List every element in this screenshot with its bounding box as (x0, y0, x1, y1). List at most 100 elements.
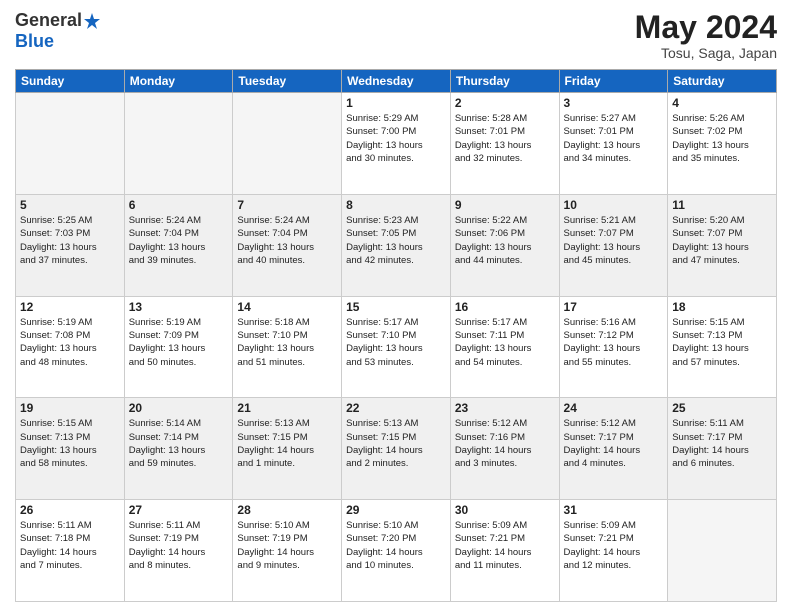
day-number: 13 (129, 300, 229, 314)
table-row: 13Sunrise: 5:19 AM Sunset: 7:09 PM Dayli… (124, 296, 233, 398)
day-info: Sunrise: 5:14 AM Sunset: 7:14 PM Dayligh… (129, 417, 229, 470)
day-info: Sunrise: 5:22 AM Sunset: 7:06 PM Dayligh… (455, 214, 555, 267)
table-row: 10Sunrise: 5:21 AM Sunset: 7:07 PM Dayli… (559, 194, 668, 296)
day-info: Sunrise: 5:24 AM Sunset: 7:04 PM Dayligh… (237, 214, 337, 267)
table-row: 21 Sunrise: 5:13 AM Sunset: 7:15 PM Dayli… (233, 398, 342, 500)
day-info: Sunrise: 5:17 AM Sunset: 7:10 PM Dayligh… (346, 316, 446, 369)
day-info: Sunrise: 5:15 AM Sunset: 7:13 PM Dayligh… (20, 417, 120, 470)
table-row: 24 Sunrise: 5:12 AM Sunset: 7:17 PM Dayli… (559, 398, 668, 500)
day-info: Sunrise: 5:10 AM Sunset: 7:20 PM Dayligh… (346, 519, 446, 572)
table-row: 26 Sunrise: 5:11 AM Sunset: 7:18 PM Dayli… (16, 500, 125, 602)
day-number: 1 (346, 96, 446, 110)
table-row: 3 Sunrise: 5:27 AM Sunset: 7:01 PM Daylig… (559, 93, 668, 195)
day-number: 5 (20, 198, 120, 212)
header-tuesday: Tuesday (233, 70, 342, 93)
day-info: Sunrise: 5:24 AM Sunset: 7:04 PM Dayligh… (129, 214, 229, 267)
day-info: Sunrise: 5:25 AM Sunset: 7:03 PM Dayligh… (20, 214, 120, 267)
day-number: 14 (237, 300, 337, 314)
day-info: Sunrise: 5:26 AM Sunset: 7:02 PM Dayligh… (672, 112, 772, 165)
day-info: Sunrise: 5:17 AM Sunset: 7:11 PM Dayligh… (455, 316, 555, 369)
day-number: 24 (564, 401, 664, 415)
day-number: 18 (672, 300, 772, 314)
day-info: Sunrise: 5:28 AM Sunset: 7:01 PM Dayligh… (455, 112, 555, 165)
table-row: 4 Sunrise: 5:26 AM Sunset: 7:02 PM Daylig… (668, 93, 777, 195)
calendar-table: Sunday Monday Tuesday Wednesday Thursday… (15, 69, 777, 602)
day-number: 21 (237, 401, 337, 415)
logo-flag-icon (83, 12, 101, 30)
day-number: 12 (20, 300, 120, 314)
header-wednesday: Wednesday (342, 70, 451, 93)
header-thursday: Thursday (450, 70, 559, 93)
day-number: 28 (237, 503, 337, 517)
day-number: 22 (346, 401, 446, 415)
day-info: Sunrise: 5:23 AM Sunset: 7:05 PM Dayligh… (346, 214, 446, 267)
table-row (668, 500, 777, 602)
day-number: 20 (129, 401, 229, 415)
table-row: 8 Sunrise: 5:23 AM Sunset: 7:05 PM Daylig… (342, 194, 451, 296)
day-number: 6 (129, 198, 229, 212)
day-number: 9 (455, 198, 555, 212)
table-row: 12Sunrise: 5:19 AM Sunset: 7:08 PM Dayli… (16, 296, 125, 398)
header: General Blue May 2024 Tosu, Saga, Japan (15, 10, 777, 61)
table-row: 23 Sunrise: 5:12 AM Sunset: 7:16 PM Dayli… (450, 398, 559, 500)
day-info: Sunrise: 5:12 AM Sunset: 7:17 PM Dayligh… (564, 417, 664, 470)
day-number: 17 (564, 300, 664, 314)
day-info: Sunrise: 5:10 AM Sunset: 7:19 PM Dayligh… (237, 519, 337, 572)
day-info: Sunrise: 5:11 AM Sunset: 7:19 PM Dayligh… (129, 519, 229, 572)
table-row: 2 Sunrise: 5:28 AM Sunset: 7:01 PM Daylig… (450, 93, 559, 195)
day-info: Sunrise: 5:27 AM Sunset: 7:01 PM Dayligh… (564, 112, 664, 165)
day-number: 19 (20, 401, 120, 415)
header-saturday: Saturday (668, 70, 777, 93)
day-number: 4 (672, 96, 772, 110)
table-row: 18 Sunrise: 5:15 AM Sunset: 7:13 PM Dayli… (668, 296, 777, 398)
day-number: 16 (455, 300, 555, 314)
table-row: 29 Sunrise: 5:10 AM Sunset: 7:20 PM Dayli… (342, 500, 451, 602)
table-row: 7 Sunrise: 5:24 AM Sunset: 7:04 PM Daylig… (233, 194, 342, 296)
table-row: 6 Sunrise: 5:24 AM Sunset: 7:04 PM Daylig… (124, 194, 233, 296)
day-info: Sunrise: 5:11 AM Sunset: 7:18 PM Dayligh… (20, 519, 120, 572)
day-info: Sunrise: 5:29 AM Sunset: 7:00 PM Dayligh… (346, 112, 446, 165)
table-row: 19 Sunrise: 5:15 AM Sunset: 7:13 PM Dayli… (16, 398, 125, 500)
logo-general-text: General (15, 10, 82, 31)
table-row: 25Sunrise: 5:11 AM Sunset: 7:17 PM Dayli… (668, 398, 777, 500)
day-info: Sunrise: 5:09 AM Sunset: 7:21 PM Dayligh… (564, 519, 664, 572)
day-info: Sunrise: 5:13 AM Sunset: 7:15 PM Dayligh… (346, 417, 446, 470)
day-info: Sunrise: 5:12 AM Sunset: 7:16 PM Dayligh… (455, 417, 555, 470)
day-info: Sunrise: 5:21 AM Sunset: 7:07 PM Dayligh… (564, 214, 664, 267)
day-info: Sunrise: 5:20 AM Sunset: 7:07 PM Dayligh… (672, 214, 772, 267)
page: General Blue May 2024 Tosu, Saga, Japan … (0, 0, 792, 612)
table-row: 16 Sunrise: 5:17 AM Sunset: 7:11 PM Dayli… (450, 296, 559, 398)
day-info: Sunrise: 5:18 AM Sunset: 7:10 PM Dayligh… (237, 316, 337, 369)
table-row: 5 Sunrise: 5:25 AM Sunset: 7:03 PM Daylig… (16, 194, 125, 296)
table-row: 17 Sunrise: 5:16 AM Sunset: 7:12 PM Dayli… (559, 296, 668, 398)
day-number: 11 (672, 198, 772, 212)
day-number: 2 (455, 96, 555, 110)
day-info: Sunrise: 5:16 AM Sunset: 7:12 PM Dayligh… (564, 316, 664, 369)
day-number: 29 (346, 503, 446, 517)
logo: General Blue (15, 10, 102, 52)
table-row: 22 Sunrise: 5:13 AM Sunset: 7:15 PM Dayli… (342, 398, 451, 500)
header-monday: Monday (124, 70, 233, 93)
month-title: May 2024 (635, 10, 777, 45)
day-number: 26 (20, 503, 120, 517)
day-number: 23 (455, 401, 555, 415)
table-row: 11 Sunrise: 5:20 AM Sunset: 7:07 PM Dayli… (668, 194, 777, 296)
table-row (16, 93, 125, 195)
location: Tosu, Saga, Japan (635, 45, 777, 61)
day-info: Sunrise: 5:13 AM Sunset: 7:15 PM Dayligh… (237, 417, 337, 470)
table-row: 15Sunrise: 5:17 AM Sunset: 7:10 PM Dayli… (342, 296, 451, 398)
table-row: 31 Sunrise: 5:09 AM Sunset: 7:21 PM Dayli… (559, 500, 668, 602)
day-number: 8 (346, 198, 446, 212)
day-info: Sunrise: 5:15 AM Sunset: 7:13 PM Dayligh… (672, 316, 772, 369)
day-info: Sunrise: 5:09 AM Sunset: 7:21 PM Dayligh… (455, 519, 555, 572)
day-number: 30 (455, 503, 555, 517)
table-row: 27Sunrise: 5:11 AM Sunset: 7:19 PM Dayli… (124, 500, 233, 602)
day-number: 7 (237, 198, 337, 212)
table-row: 20 Sunrise: 5:14 AM Sunset: 7:14 PM Dayli… (124, 398, 233, 500)
header-friday: Friday (559, 70, 668, 93)
table-row: 1 Sunrise: 5:29 AM Sunset: 7:00 PM Daylig… (342, 93, 451, 195)
title-block: May 2024 Tosu, Saga, Japan (635, 10, 777, 61)
day-number: 31 (564, 503, 664, 517)
day-number: 3 (564, 96, 664, 110)
table-row (124, 93, 233, 195)
